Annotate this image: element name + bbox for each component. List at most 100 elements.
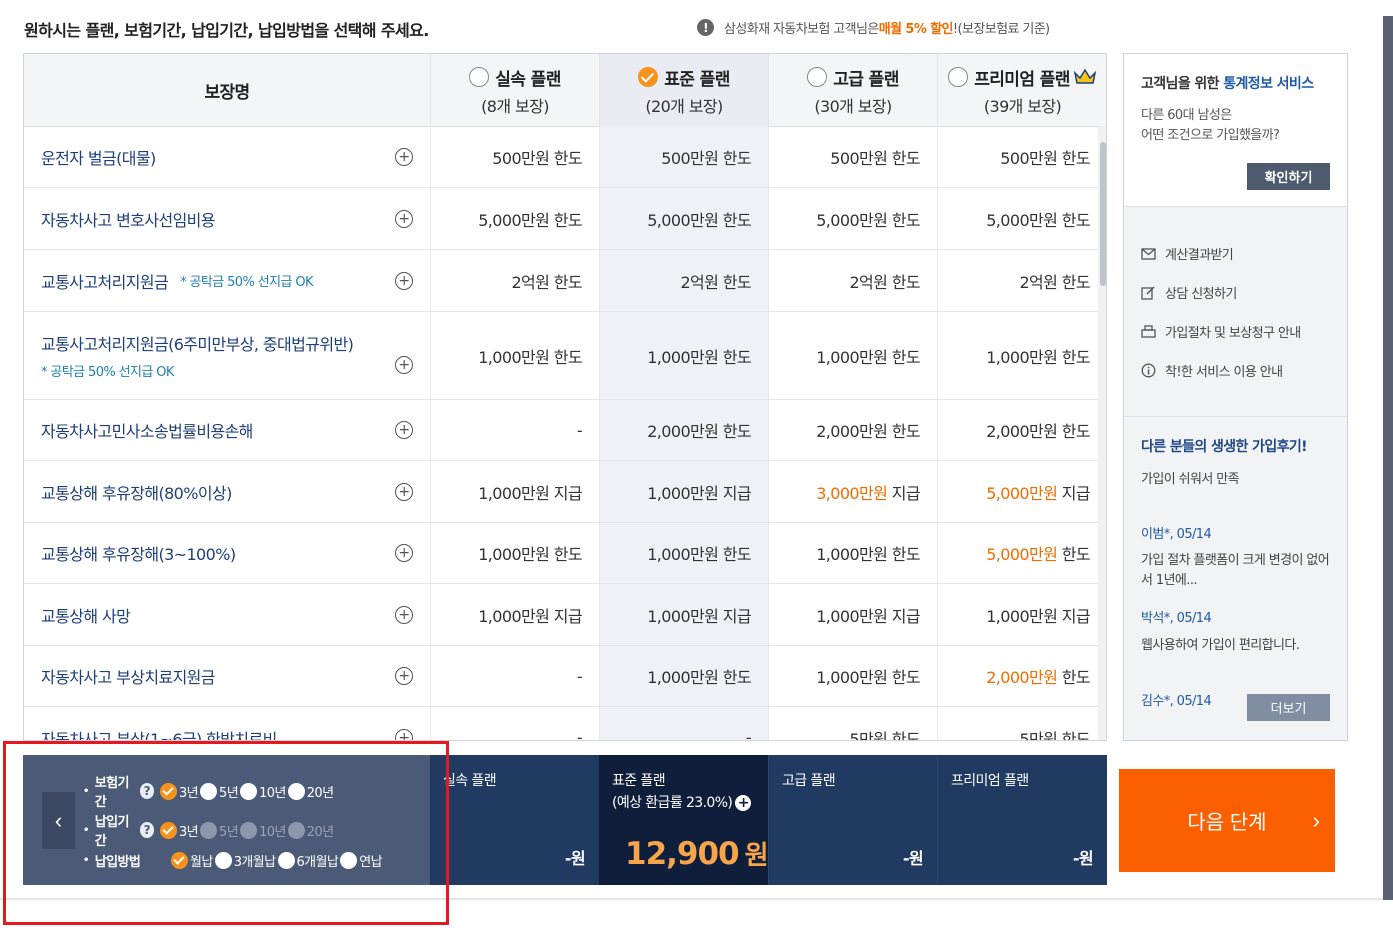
menu-item-guide[interactable]: 가입절차 및 보상청구 안내 — [1141, 322, 1301, 341]
value-cell: 5,000만원 한도 — [600, 188, 769, 249]
menu-item-consult[interactable]: 상담 신청하기 — [1141, 283, 1237, 302]
value-cell: 1,000만원 한도 — [938, 312, 1106, 399]
edit-icon — [1141, 286, 1155, 300]
highlight-amount: 5,000만원 — [986, 545, 1058, 564]
expand-plus-icon[interactable]: + — [395, 544, 413, 562]
highlight-amount: 3,000만원 — [816, 483, 888, 503]
expand-plus-icon[interactable]: + — [395, 209, 413, 228]
more-button[interactable]: 더보기 — [1247, 694, 1330, 721]
value-cell: 2억원 한도 — [600, 250, 769, 311]
expand-plus-icon[interactable]: + — [395, 148, 413, 166]
value-cell: 5,000만원 한도 — [769, 188, 938, 249]
value-cell: 2,000만원 한도 — [769, 400, 938, 460]
plan-radio-standard[interactable] — [638, 67, 659, 87]
value-cell: 5,000만원 한도 — [431, 188, 600, 249]
price-basic: 실속 플랜 -원 — [430, 755, 599, 885]
plan-radio-advanced[interactable] — [807, 67, 828, 87]
plan-header-advanced[interactable]: 고급 플랜 (30개 보장) — [769, 54, 938, 127]
notice-suffix: !(보장보험료 기준) — [952, 22, 1050, 37]
price-advanced: 고급 플랜 -원 — [768, 755, 937, 885]
table-row: 자동차사고민사소송법률비용손해 + - 2,000만원 한도 2,000만원 한도… — [24, 400, 1106, 461]
price-standard: 표준 플랜 (예상 환급률 23.0%) + 12,900 원 — [599, 755, 769, 885]
plan-header-standard[interactable]: 표준 플랜 (20개 보장) — [600, 54, 769, 127]
value-cell: 1,000만원 지급 — [600, 584, 769, 645]
price-value: -원 — [902, 849, 924, 868]
discount-notice: ! 삼성화재 자동차보험 고객님은 매월 5% 할인 !(보장보험료 기준) — [697, 18, 1050, 37]
value-cell: - — [431, 646, 600, 706]
plan-header-premium[interactable]: 프리미엄 플랜 (39개 보장) — [938, 54, 1106, 127]
expand-plus-icon[interactable]: + — [395, 728, 413, 740]
info-icon — [1141, 363, 1156, 378]
value-cell: 2,000만원 한도 — [600, 400, 769, 460]
plan-radio-premium[interactable] — [948, 67, 969, 87]
table-row: 운전자 벌금(대물) + 500만원 한도 500만원 한도 500만원 한도 5… — [24, 127, 1106, 188]
price-value: -원 — [564, 849, 586, 868]
plan-subtitle: (20개 보장) — [645, 96, 723, 116]
coverage-name: 자동차사고민사소송법률비용손해 + — [24, 400, 431, 460]
stats-title: 고객님을 위한 통계정보 서비스 — [1141, 76, 1314, 92]
table-row: 자동차사고 변호사선임비용 + 5,000만원 한도 5,000만원 한도 5,0… — [24, 188, 1106, 250]
value-cell: 500만원 한도 — [431, 127, 600, 187]
table-row: 자동차사고 부상치료지원금 + - 1,000만원 한도 1,000만원 한도 2… — [24, 646, 1106, 707]
review-text: 웹사용하여 가입이 편리합니다. — [1141, 638, 1300, 653]
coverage-note: * 공탁금 50% 선지급 OK — [41, 365, 174, 380]
notice-highlight: 매월 5% 할인 — [878, 22, 954, 37]
expand-plus-icon[interactable]: + — [395, 482, 413, 501]
coverage-table: 보장명 실속 플랜 (8개 보장) 표준 플랜 (20개 보장) 고급 플랜 (… — [23, 53, 1107, 741]
plan-title: 고급 플랜 — [833, 69, 899, 90]
side-panel: 고객님을 위한 통계정보 서비스 다른 60대 남성은 어떤 조건으로 가입했을까… — [1123, 53, 1348, 741]
table-row: 교통사고처리지원금 * 공탁금 50% 선지급 OK + 2억원 한도 2억원 한도… — [24, 250, 1106, 312]
coverage-name: 교통사고처리지원금 * 공탁금 50% 선지급 OK + — [24, 250, 431, 311]
page-scrollbar[interactable] — [1383, 16, 1393, 900]
value-cell: 5,000만원 한도 — [938, 523, 1106, 583]
plan-subtitle: (39개 보장) — [983, 96, 1062, 116]
expand-plus-icon[interactable]: + — [395, 271, 413, 290]
expand-plus-icon[interactable]: + — [395, 355, 413, 374]
highlight-amount: 5,000만원 — [986, 483, 1058, 503]
value-cell: 1,000만원 한도 — [431, 523, 600, 583]
expand-plus-icon[interactable]: + — [395, 421, 413, 439]
expand-plus-icon[interactable]: + — [395, 605, 413, 624]
value-cell: 2억원 한도 — [431, 250, 600, 311]
value-cell: 1,000만원 지급 — [600, 461, 769, 522]
price-plan-name: 고급 플랜 — [782, 773, 836, 789]
stats-service-box: 고객님을 위한 통계정보 서비스 다른 60대 남성은 어떤 조건으로 가입했을까… — [1124, 54, 1347, 207]
value-cell: 1,000만원 한도 — [769, 312, 938, 399]
price-value: -원 — [1072, 849, 1094, 868]
value-cell: 1,000만원 지급 — [431, 584, 600, 645]
value-cell: 5만원 한도 — [938, 707, 1106, 741]
mail-icon — [1141, 247, 1156, 260]
review-author: 김수*, 05/14 — [1141, 694, 1212, 709]
menu-item-calc-result[interactable]: 계산결과받기 — [1141, 244, 1234, 263]
plan-title: 실속 플랜 — [495, 69, 561, 90]
table-scrollbar-thumb[interactable] — [1100, 142, 1106, 286]
price-plan-name: 실속 플랜 — [443, 773, 497, 789]
chevron-right-icon: › — [1312, 807, 1320, 833]
refund-plus-icon[interactable]: + — [735, 795, 752, 811]
price-standard-value: 12,900 원 — [625, 836, 769, 872]
value-cell: 1,000만원 한도 — [600, 523, 769, 583]
coverage-name: 자동차사고 변호사선임비용 + — [24, 188, 431, 249]
plan-title: 표준 플랜 — [664, 69, 730, 90]
confirm-button[interactable]: 확인하기 — [1247, 163, 1330, 190]
plan-radio-basic[interactable] — [469, 67, 490, 87]
value-cell: 1,000만원 한도 — [769, 523, 938, 583]
value-cell: 5,000만원 한도 — [938, 188, 1106, 249]
value-cell: 2,000만원 한도 — [938, 400, 1106, 460]
value-cell: 2억원 한도 — [938, 250, 1106, 311]
plan-header-basic[interactable]: 실속 플랜 (8개 보장) — [431, 54, 600, 127]
next-step-button[interactable]: 다음 단계 › — [1119, 769, 1335, 872]
table-row: 교통상해 후유장해(3~100%) + 1,000만원 한도 1,000만원 한도… — [24, 523, 1106, 584]
value-cell: 1,000만원 한도 — [600, 646, 769, 706]
coverage-name: 운전자 벌금(대물) + — [24, 127, 431, 187]
review-author: 박석*, 05/14 — [1141, 611, 1212, 626]
review-title: 다른 분들의 생생한 가입후기! — [1141, 439, 1308, 455]
coverage-name: 자동차사고 부상(1~6급) 한방치료비 + — [24, 707, 431, 740]
coverage-name: 교통상해 사망 + — [24, 584, 431, 645]
expand-plus-icon[interactable]: + — [395, 667, 413, 685]
value-cell: 3,000만원 지급 — [769, 461, 938, 522]
value-cell: 500만원 한도 — [938, 127, 1106, 187]
coverage-name: 교통상해 후유장해(3~100%) + — [24, 523, 431, 583]
plan-title: 프리미엄 플랜 — [974, 69, 1070, 90]
menu-item-service-info[interactable]: 착!한 서비스 이용 안내 — [1141, 361, 1283, 380]
